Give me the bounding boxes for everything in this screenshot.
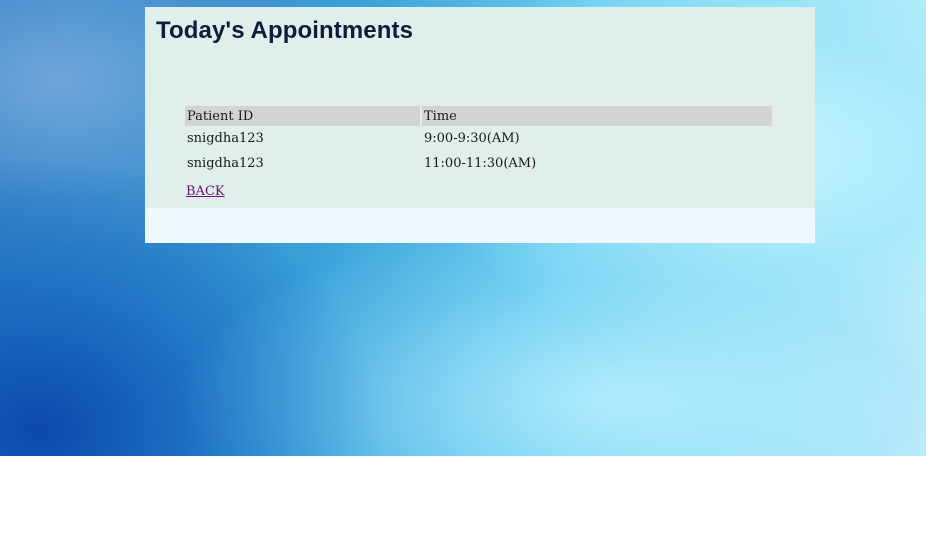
column-header-patient-id: Patient ID	[185, 106, 420, 126]
table-row: snigdha123 9:00-9:30(AM)	[185, 126, 772, 151]
table-header-row: Patient ID Time	[185, 106, 772, 126]
patient-id-cell: snigdha123	[187, 156, 264, 171]
column-header-time: Time	[422, 106, 772, 126]
appointments-table: Patient ID Time snigdha123 9:00-9:30(AM)…	[183, 106, 774, 176]
time-cell: 11:00-11:30(AM)	[424, 156, 537, 171]
page-title: Today's Appointments	[156, 17, 414, 44]
content-panel: Today's Appointments Patient ID Time sni…	[145, 7, 815, 243]
back-link[interactable]: BACK	[186, 184, 225, 199]
patient-id-cell: snigdha123	[187, 131, 264, 146]
content-panel-body: Today's Appointments Patient ID Time sni…	[145, 7, 815, 208]
time-cell: 9:00-9:30(AM)	[424, 131, 520, 146]
table-row: snigdha123 11:00-11:30(AM)	[185, 151, 772, 176]
